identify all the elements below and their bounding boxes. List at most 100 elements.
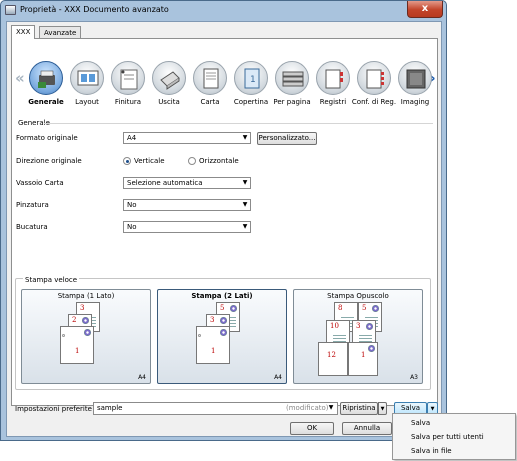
page-number: 3 [210, 316, 215, 324]
imaging-icon [398, 61, 432, 95]
properties-window: Proprietà - XXX Documento avanzato x XXX… [0, 0, 447, 441]
chevron-down-icon: ▼ [328, 404, 334, 411]
quick-print-2-sides-card[interactable]: Stampa (2 Lati) 5 3 1 A4 [157, 289, 287, 384]
reset-dropdown-button[interactable]: ▼ [378, 402, 387, 415]
flower-icon [82, 317, 89, 324]
paper-tray-label: Vassoio Carta [16, 179, 64, 187]
ribbon-item-uscita[interactable]: Uscita [150, 59, 188, 111]
flower-icon [220, 329, 227, 336]
quick-print-card-title: Stampa (1 Lato) [57, 292, 115, 300]
punch-label: Bucatura [16, 223, 48, 231]
window-title: Proprietà - XXX Documento avanzato [20, 5, 169, 14]
ribbon-item-conf-di-reg[interactable]: Conf. di Reg. [352, 59, 396, 111]
paper-icon [193, 61, 227, 95]
finishing-icon [111, 61, 145, 95]
chevron-down-icon: ▼ [242, 134, 248, 141]
quick-print-title: Stampa veloce [23, 276, 80, 284]
staple-value: No [127, 201, 137, 209]
chevron-down-icon: ▼ [242, 201, 248, 208]
ribbon-item-imaging[interactable]: Imaging [396, 59, 434, 111]
page-number: 5 [362, 304, 367, 312]
cover-icon: 1 [234, 61, 268, 95]
paper-size-badge: A4 [138, 374, 146, 381]
svg-text:1: 1 [250, 75, 256, 85]
page-number: 8 [338, 304, 343, 312]
menu-item-save-to-file[interactable]: Salva in file [411, 447, 452, 455]
tab-advanced[interactable]: Avanzate [39, 26, 82, 38]
menu-item-save-all-users[interactable]: Salva per tutti utenti [411, 433, 484, 441]
custom-size-button[interactable]: Personalizzato... [257, 132, 317, 145]
page-sheet: 1 [60, 326, 94, 364]
reset-button[interactable]: Ripristina [340, 402, 378, 415]
modified-status: (modificato) [286, 404, 329, 412]
page-sheet: 1 [196, 326, 230, 364]
page-sheet: 12 [318, 342, 348, 376]
staple-hole-icon [62, 334, 65, 337]
ok-button[interactable]: OK [290, 422, 334, 435]
layout-icon [70, 61, 104, 95]
page-number: 3 [356, 322, 361, 330]
page-number: 10 [330, 322, 339, 330]
orientation-label: Direzione originale [16, 157, 82, 165]
favorite-settings-select[interactable]: sample (modificato) ▼ [93, 402, 338, 415]
paper-size-value: A4 [127, 134, 137, 142]
chevron-down-icon: ▼ [242, 179, 248, 186]
output-icon [152, 61, 186, 95]
paper-size-badge: A4 [274, 374, 282, 381]
quick-print-1-side-card[interactable]: Stampa (1 Lato) 3 2 1 A4 [21, 289, 151, 384]
staple-select[interactable]: No ▼ [123, 199, 251, 211]
ribbon-item-layout[interactable]: Layout [68, 59, 106, 111]
page-number: 1 [211, 347, 216, 355]
quick-print-card-title: Stampa (2 Lati) [191, 292, 253, 300]
quick-print-card-title: Stampa Opuscolo [327, 292, 389, 300]
landscape-radio[interactable] [188, 157, 196, 165]
paper-size-label: Formato originale [16, 134, 78, 142]
landscape-label: Orizzontale [199, 157, 239, 165]
portrait-label: Verticale [134, 157, 165, 165]
printer-icon [5, 5, 16, 15]
ribbon-label: Imaging [400, 98, 430, 106]
favorite-settings-value: sample [97, 404, 123, 412]
flower-icon [230, 305, 237, 312]
ribbon-item-copertina[interactable]: 1 Copertina [232, 59, 270, 111]
ribbon-item-per-pagina[interactable]: Per pagina [273, 59, 311, 111]
flower-icon [220, 317, 227, 324]
punch-value: No [127, 223, 137, 231]
flower-icon [84, 329, 91, 336]
paper-tray-select[interactable]: Selezione automatica ▼ [123, 177, 251, 189]
page-number: 5 [220, 304, 225, 312]
ribbon-item-carta[interactable]: Carta [191, 59, 229, 111]
save-dropdown-menu: Salva Salva per tutti utenti Salva in fi… [392, 413, 516, 460]
paper-size-badge: A3 [410, 374, 418, 381]
flower-icon [368, 345, 375, 352]
portrait-radio[interactable] [123, 157, 131, 165]
tabs-icon [316, 61, 350, 95]
punch-select[interactable]: No ▼ [123, 221, 251, 233]
chevron-down-icon: ▼ [380, 406, 385, 412]
ribbon-item-finitura[interactable]: Finitura [109, 59, 147, 111]
tab-xxx[interactable]: XXX [11, 25, 36, 39]
ribbon-scroll-left-icon[interactable]: « [15, 69, 25, 87]
flower-icon [372, 305, 379, 312]
page-number: 1 [361, 351, 366, 359]
ribbon-item-registri[interactable]: Registri [314, 59, 352, 111]
section-divider [44, 123, 433, 124]
paper-size-select[interactable]: A4 ▼ [123, 132, 251, 144]
page-sheet: 1 [348, 342, 378, 376]
ribbon-item-generale[interactable]: Generale [27, 59, 65, 111]
dialog-client: XXX Avanzate « » Generale Layout [6, 21, 442, 437]
flower-icon [366, 323, 373, 330]
per-page-icon [275, 61, 309, 95]
cancel-button[interactable]: Annulla [342, 422, 392, 435]
chevron-down-icon: ▼ [430, 406, 435, 412]
menu-item-save[interactable]: Salva [411, 419, 430, 427]
tab-settings-icon [357, 61, 391, 95]
chevron-down-icon: ▼ [242, 223, 248, 230]
close-button[interactable]: x [407, 1, 443, 18]
quick-print-booklet-card[interactable]: Stampa Opuscolo 8 5 10 3 12 1 A3 [293, 289, 423, 384]
page-number: 1 [75, 347, 80, 355]
title-bar[interactable]: Proprietà - XXX Documento avanzato x [1, 1, 446, 20]
staple-hole-icon [198, 334, 201, 337]
favorite-settings-label: Impostazioni preferite [15, 405, 92, 413]
staple-label: Pinzatura [16, 201, 49, 209]
